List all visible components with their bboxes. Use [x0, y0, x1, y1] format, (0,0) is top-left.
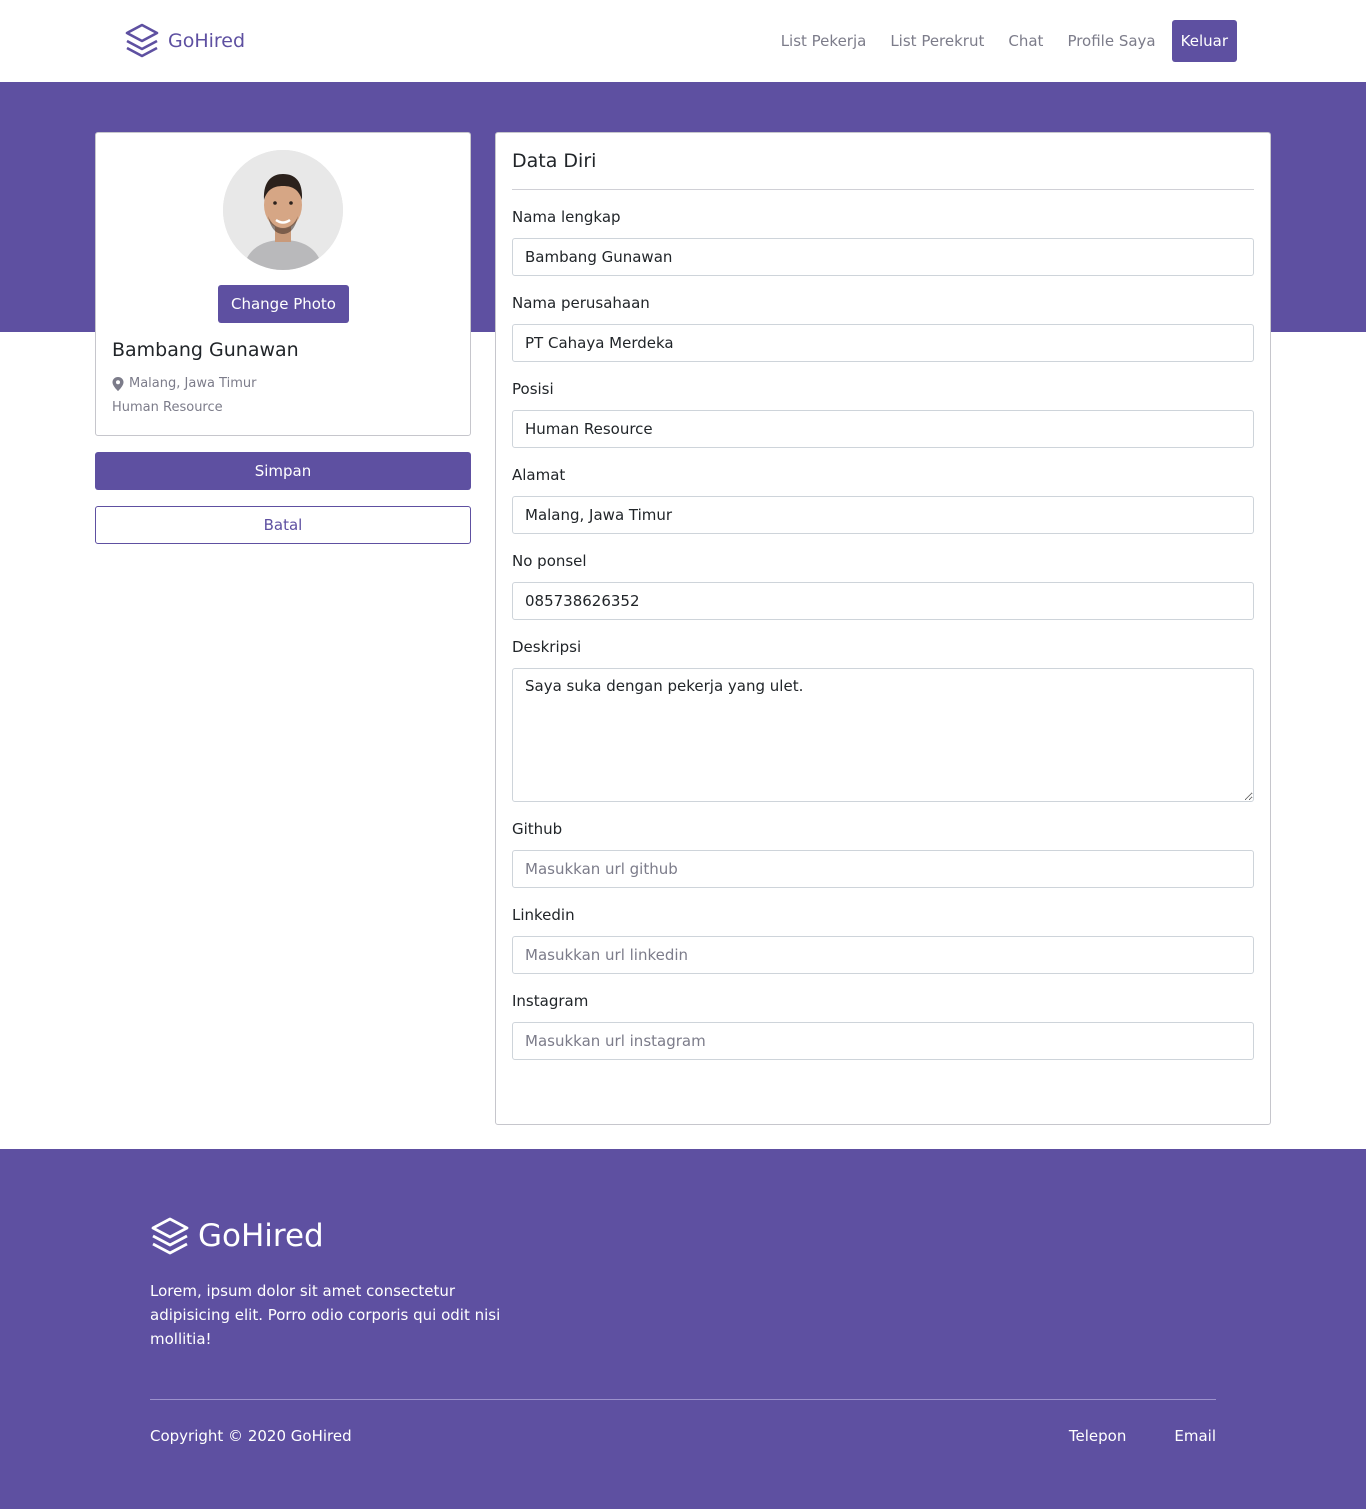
- nav-menu: List Pekerja List Perekrut Chat Profile …: [781, 20, 1237, 62]
- change-photo-button[interactable]: Change Photo: [218, 285, 349, 323]
- nav-link-chat[interactable]: Chat: [1008, 32, 1043, 50]
- profile-card: Change Photo Bambang Gunawan Malang, Jaw…: [95, 132, 471, 436]
- logout-button[interactable]: Keluar: [1171, 20, 1237, 62]
- save-button[interactable]: Simpan: [95, 452, 471, 490]
- profile-name: Bambang Gunawan: [112, 339, 299, 361]
- full-name-input[interactable]: [512, 238, 1254, 276]
- nav-link-profile-saya[interactable]: Profile Saya: [1067, 32, 1155, 50]
- company-name-label: Nama perusahaan: [512, 294, 650, 312]
- footer-divider: [150, 1399, 1216, 1400]
- instagram-input[interactable]: [512, 1022, 1254, 1060]
- linkedin-label: Linkedin: [512, 906, 575, 924]
- phone-label: No ponsel: [512, 552, 587, 570]
- nav-link-list-perekrut[interactable]: List Perekrut: [890, 32, 984, 50]
- profile-location: Malang, Jawa Timur: [112, 376, 256, 391]
- footer-link-telepon[interactable]: Telepon: [1069, 1427, 1126, 1445]
- footer-brand-name: GoHired: [198, 1218, 324, 1254]
- footer-brand: GoHired: [150, 1216, 324, 1256]
- navbar: GoHired List Pekerja List Perekrut Chat …: [0, 0, 1366, 82]
- address-label: Alamat: [512, 466, 566, 484]
- avatar: [223, 150, 343, 270]
- full-name-label: Nama lengkap: [512, 208, 621, 226]
- form-divider: [512, 189, 1254, 190]
- avatar-image: [223, 150, 343, 270]
- instagram-label: Instagram: [512, 992, 589, 1010]
- footer-link-email[interactable]: Email: [1174, 1427, 1216, 1445]
- github-input[interactable]: [512, 850, 1254, 888]
- map-pin-icon: [112, 376, 124, 391]
- form-title: Data Diri: [512, 150, 597, 172]
- phone-input[interactable]: [512, 582, 1254, 620]
- footer: GoHired Lorem, ipsum dolor sit amet cons…: [0, 1149, 1366, 1509]
- layers-icon: [151, 1217, 189, 1255]
- profile-location-text: Malang, Jawa Timur: [129, 376, 257, 391]
- description-textarea[interactable]: Saya suka dengan pekerja yang ulet.: [512, 668, 1254, 802]
- profile-role: Human Resource: [112, 400, 223, 415]
- layers-icon: [125, 23, 159, 58]
- address-input[interactable]: [512, 496, 1254, 534]
- nav-link-list-pekerja[interactable]: List Pekerja: [781, 32, 867, 50]
- position-input[interactable]: [512, 410, 1254, 448]
- footer-links: Telepon Email: [1021, 1427, 1216, 1445]
- personal-data-form: Data Diri Nama lengkap Nama perusahaan P…: [495, 132, 1271, 1125]
- github-label: Github: [512, 820, 563, 838]
- brand-name: GoHired: [168, 30, 246, 52]
- company-name-input[interactable]: [512, 324, 1254, 362]
- copyright: Copyright © 2020 GoHired: [150, 1427, 352, 1445]
- brand-logo[interactable]: GoHired: [124, 22, 245, 60]
- footer-description: Lorem, ipsum dolor sit amet consectetur …: [150, 1282, 501, 1348]
- cancel-button[interactable]: Batal: [95, 506, 471, 544]
- description-label: Deskripsi: [512, 638, 582, 656]
- position-label: Posisi: [512, 380, 554, 398]
- linkedin-input[interactable]: [512, 936, 1254, 974]
